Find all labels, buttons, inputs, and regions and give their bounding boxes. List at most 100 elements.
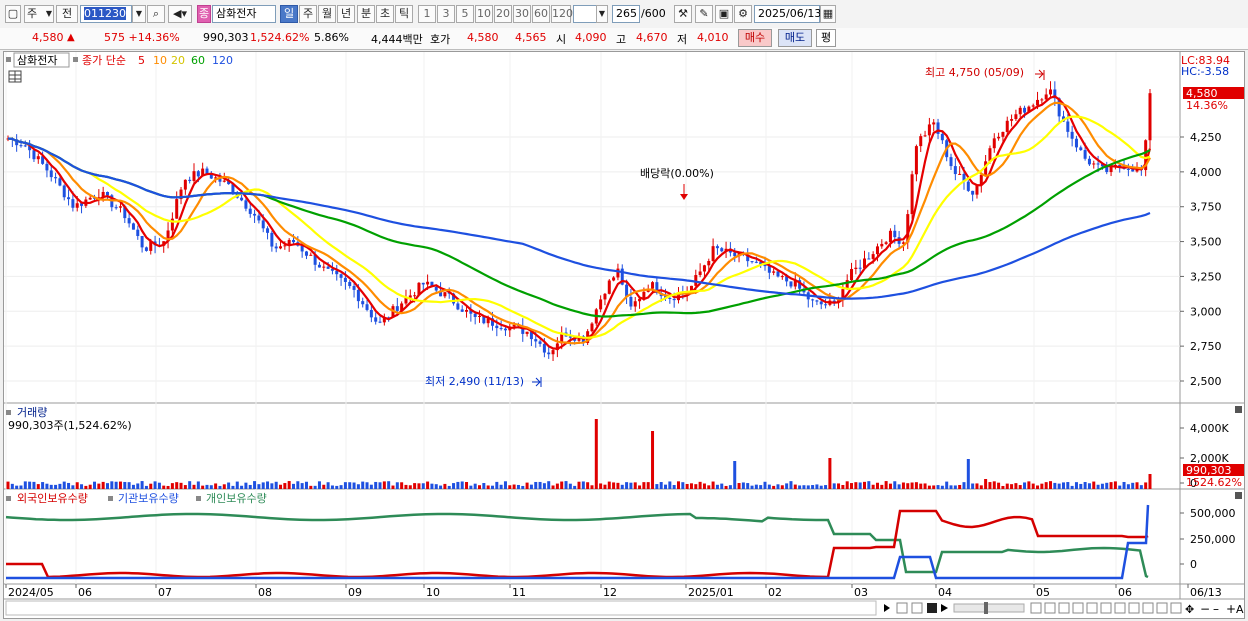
candle-body: [538, 341, 542, 344]
volume-bar: [871, 484, 875, 489]
custom-interval-dropdown[interactable]: ▼: [596, 5, 608, 23]
draw-tool-icon[interactable]: ✎: [695, 5, 713, 23]
volume-bar: [465, 481, 469, 489]
stop-icon[interactable]: [927, 603, 937, 613]
compare-icon[interactable]: [1030, 602, 1042, 614]
search-icon[interactable]: ⌕: [147, 5, 165, 23]
play-icon[interactable]: [941, 604, 948, 612]
volume-bar: [659, 482, 663, 489]
interval-120-button[interactable]: 120: [551, 5, 573, 23]
period-second-button[interactable]: 초: [376, 5, 394, 23]
zoom-in-box-icon[interactable]: [1128, 602, 1140, 614]
volume-bar: [1049, 481, 1053, 489]
period-tick-button[interactable]: 틱: [395, 5, 413, 23]
speaker-icon[interactable]: ◀▾: [168, 5, 192, 23]
interval-1-button[interactable]: 1: [418, 5, 436, 23]
time-tick-label: 2024/05: [8, 586, 54, 599]
print-icon[interactable]: [1156, 602, 1168, 614]
low-price: 4,010: [697, 31, 729, 44]
legend-bullet-icon: [6, 496, 11, 501]
volume-bar: [685, 483, 689, 489]
volume-bar: [300, 483, 304, 489]
candle-body: [36, 156, 40, 160]
overlay-icon[interactable]: [1044, 602, 1056, 614]
chart-canvas[interactable]: 4,250 4,000 3,750 3,500 3,250 3,000 2,750 2,500…: [4, 52, 1244, 618]
interval-60-button[interactable]: 60: [532, 5, 550, 23]
zoom-fit-icon[interactable]: –: [1213, 602, 1219, 616]
window-menu-icon[interactable]: ▢: [5, 5, 21, 23]
volume-bar: [136, 483, 140, 489]
measure-icon[interactable]: [1114, 602, 1126, 614]
image-save-icon[interactable]: ▣: [715, 5, 733, 23]
buy-button[interactable]: 매수: [738, 29, 772, 47]
volume-bar: [209, 485, 213, 489]
volume-bar: [767, 484, 771, 489]
period-year-button[interactable]: 년: [337, 5, 355, 23]
period-week-button[interactable]: 주: [299, 5, 317, 23]
zoom-in-icon[interactable]: +: [1226, 602, 1236, 616]
candle-body: [19, 145, 23, 147]
trade-amount: 4,444백만: [371, 33, 423, 46]
volume-bar: [711, 481, 715, 489]
interval-3-button[interactable]: 3: [437, 5, 455, 23]
eval-button[interactable]: 평: [816, 29, 836, 47]
volume-bar: [118, 481, 122, 489]
zoom-slider-handle[interactable]: [984, 602, 988, 614]
zoom-out-box-icon[interactable]: [1142, 602, 1154, 614]
volume-bar: [378, 482, 382, 489]
candle-body: [1044, 94, 1048, 100]
calendar-icon[interactable]: ▦: [820, 5, 836, 23]
volume-bar: [473, 483, 477, 489]
market-select[interactable]: 주 ▼: [24, 5, 54, 23]
candle-body: [45, 163, 49, 171]
layout-icon[interactable]: [1058, 602, 1070, 614]
volume-bar: [19, 485, 23, 489]
volume-bar: [932, 485, 936, 489]
cursor-icon[interactable]: [1100, 602, 1112, 614]
chart-area[interactable]: 4,250 4,000 3,750 3,500 3,250 3,000 2,750 2,500…: [3, 51, 1245, 619]
font-size-icon[interactable]: A: [1236, 603, 1244, 616]
play-back-icon[interactable]: [911, 602, 923, 614]
volume-bar: [32, 481, 36, 489]
volume-bar: [555, 483, 559, 489]
volume-bar: [854, 482, 858, 489]
interval-5-button[interactable]: 5: [456, 5, 474, 23]
candle-body: [196, 171, 200, 177]
volume-bar: [763, 481, 767, 489]
stock-code-input[interactable]: 011230: [80, 5, 132, 23]
scroll-right-icon[interactable]: [884, 604, 890, 612]
holders-pane-close-icon[interactable]: [1235, 492, 1242, 499]
candle-body: [253, 213, 257, 216]
pan-icon[interactable]: ✥: [1185, 603, 1194, 616]
data-count-input[interactable]: 265: [612, 5, 640, 23]
period-month-button[interactable]: 월: [318, 5, 336, 23]
save-icon[interactable]: [1170, 602, 1182, 614]
interval-10-button[interactable]: 10: [475, 5, 493, 23]
settings-icon[interactable]: ⚙: [734, 5, 752, 23]
volume-bar: [84, 485, 88, 489]
prev-button[interactable]: 전: [56, 5, 78, 23]
candle-body: [590, 323, 594, 332]
volume-bar: [837, 483, 841, 489]
volume-bar: [642, 482, 646, 489]
chart-tools-icon[interactable]: ⚒: [674, 5, 692, 23]
sell-button[interactable]: 매도: [778, 29, 812, 47]
time-tick-label: 10: [426, 586, 440, 599]
rewind-icon[interactable]: [896, 602, 908, 614]
interval-30-button[interactable]: 30: [513, 5, 531, 23]
zoom-slider[interactable]: [953, 603, 1025, 613]
date-input[interactable]: 2025/06/13: [754, 5, 821, 23]
zoom-out-icon[interactable]: −: [1200, 602, 1210, 616]
link-icon[interactable]: [1072, 602, 1084, 614]
candle-body: [1005, 120, 1009, 132]
period-day-button[interactable]: 일: [280, 5, 298, 23]
crosshair-icon[interactable]: [1086, 602, 1098, 614]
chart-scrollbar[interactable]: [5, 600, 877, 616]
volume-pane-close-icon[interactable]: [1235, 406, 1242, 413]
data-count-value: 265: [616, 7, 637, 20]
volume-bar: [140, 481, 144, 489]
period-minute-button[interactable]: 분: [357, 5, 375, 23]
volume-bar: [538, 481, 542, 489]
code-dropdown-button[interactable]: ▼: [132, 5, 146, 23]
interval-20-button[interactable]: 20: [494, 5, 512, 23]
